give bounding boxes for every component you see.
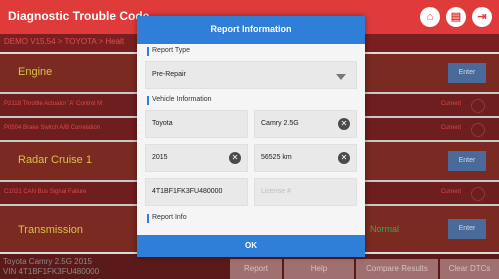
report-info-label: Report Info bbox=[147, 214, 187, 223]
report-tab[interactable]: Report bbox=[230, 259, 282, 279]
clear-icon[interactable]: ✕ bbox=[229, 152, 241, 164]
year-field[interactable]: 2015 ✕ bbox=[145, 144, 248, 172]
system-name: Radar Cruise 1 bbox=[18, 154, 92, 166]
home-icon[interactable]: ⌂ bbox=[420, 7, 440, 27]
vin-line: VIN 4T1BF1FK3FU480000 bbox=[3, 267, 100, 276]
dtc-state: Current bbox=[440, 101, 461, 107]
dialog-title: Report Information bbox=[210, 24, 292, 34]
clear-dtcs-tab[interactable]: Clear DTCs bbox=[440, 259, 499, 279]
vehicle-line: Toyota Camry 2.5G 2015 bbox=[3, 257, 92, 266]
ok-label: OK bbox=[245, 241, 257, 250]
enter-button[interactable]: Enter bbox=[448, 151, 486, 171]
report-type-label: Report Type bbox=[146, 47, 191, 56]
compare-results-tab[interactable]: Compare Results bbox=[356, 259, 438, 279]
clear-icon[interactable]: ✕ bbox=[338, 152, 350, 164]
select-radio[interactable] bbox=[471, 123, 485, 137]
report-type-value: Pre-Repair bbox=[152, 71, 186, 78]
page-title: Diagnostic Trouble Code bbox=[8, 9, 150, 23]
make-value: Toyota bbox=[152, 120, 173, 127]
dtc-state: Current bbox=[440, 125, 461, 131]
model-value: Camry 2.5G bbox=[261, 120, 299, 127]
vin-field[interactable]: 4T1BF1FK3FU480000 bbox=[145, 178, 248, 206]
dtc-state: Current bbox=[440, 189, 461, 195]
vin-value: 4T1BF1FK3FU480000 bbox=[152, 188, 223, 195]
vehicle-information-label: Vehicle Information bbox=[147, 96, 212, 105]
license-placeholder: License # bbox=[261, 188, 291, 195]
license-field[interactable]: License # bbox=[254, 178, 357, 206]
print-icon[interactable]: ▤ bbox=[446, 7, 466, 27]
make-field[interactable]: Toyota bbox=[145, 110, 248, 138]
model-field[interactable]: Camry 2.5G ✕ bbox=[254, 110, 357, 138]
chevron-down-icon bbox=[336, 74, 346, 80]
system-name: Transmission bbox=[18, 224, 83, 236]
mileage-field[interactable]: 56525 km ✕ bbox=[254, 144, 357, 172]
exit-icon[interactable]: ⇥ bbox=[472, 7, 492, 27]
report-type-select[interactable]: Pre-Repair bbox=[145, 61, 357, 89]
system-name: Engine bbox=[18, 66, 53, 78]
ok-button[interactable]: OK bbox=[137, 235, 365, 257]
mileage-value: 56525 km bbox=[261, 154, 292, 161]
select-radio[interactable] bbox=[471, 99, 485, 113]
enter-button[interactable]: Enter bbox=[448, 219, 486, 239]
select-radio[interactable] bbox=[471, 187, 485, 201]
year-value: 2015 bbox=[152, 154, 168, 161]
breadcrumb-text: DEMO V15.54 > TOYOTA > Healt bbox=[4, 37, 125, 46]
enter-button[interactable]: Enter bbox=[448, 63, 486, 83]
dtc-text: P2118 Throttle Actuator 'A' Control M bbox=[4, 101, 103, 107]
dtc-text: P0504 Brake Switch A/B Correlation bbox=[4, 125, 101, 131]
system-status: Normal bbox=[370, 224, 400, 234]
help-tab[interactable]: Help bbox=[284, 259, 354, 279]
dtc-text: C1021 CAN Bus Signal Failure bbox=[4, 189, 87, 195]
dialog-header: Report Information bbox=[137, 16, 365, 44]
clear-icon[interactable]: ✕ bbox=[338, 118, 350, 130]
report-information-dialog: Report Information Report Type Pre-Repai… bbox=[137, 16, 365, 257]
vehicle-info: Toyota Camry 2.5G 2015 VIN 4T1BF1FK3FU48… bbox=[3, 257, 99, 277]
